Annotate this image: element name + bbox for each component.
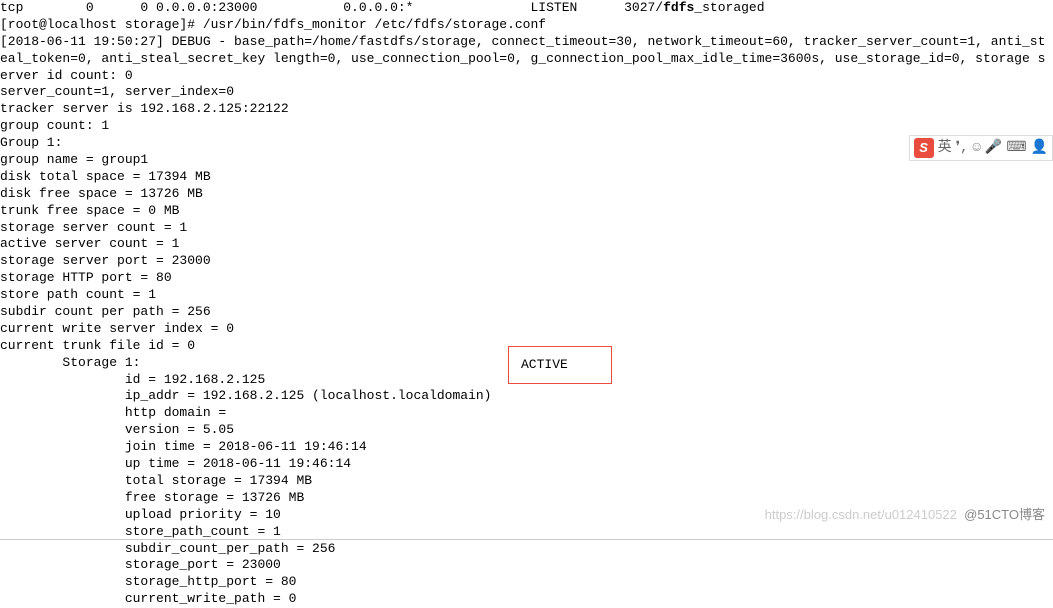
ime-user-icon[interactable]: 👤 xyxy=(1031,139,1048,157)
terminal-line: group name = group1 xyxy=(0,152,1053,169)
terminal-line: server_count=1, server_index=0 xyxy=(0,84,1053,101)
terminal-line: ip_addr = 192.168.2.125 (localhost.local… xyxy=(0,388,1053,405)
ime-logo-icon[interactable]: S xyxy=(914,138,934,158)
ime-punctuation-icon[interactable]: ❜, xyxy=(956,139,969,157)
terminal-line: disk free space = 13726 MB xyxy=(0,186,1053,203)
status-highlight-box: ACTIVE xyxy=(508,346,612,384)
terminal-line: storage server count = 1 xyxy=(0,220,1053,237)
terminal-line: [root@localhost storage]# /usr/bin/fdfs_… xyxy=(0,17,1053,34)
terminal-line: storage server port = 23000 xyxy=(0,253,1053,270)
terminal-line: tcp 0 0 0.0.0.0:23000 0.0.0.0:* LISTEN 3… xyxy=(0,0,1053,17)
terminal-line: storage_http_port = 80 xyxy=(0,574,1053,591)
terminal-line: up time = 2018-06-11 19:46:14 xyxy=(0,456,1053,473)
ime-language-toggle[interactable]: 英 xyxy=(938,139,952,157)
terminal-line: group count: 1 xyxy=(0,118,1053,135)
terminal-line: eal_token=0, anti_steal_secret_key lengt… xyxy=(0,51,1053,68)
terminal-line: total storage = 17394 MB xyxy=(0,473,1053,490)
terminal-line: storage_port = 23000 xyxy=(0,557,1053,574)
status-active-label: ACTIVE xyxy=(521,357,568,374)
terminal-line: version = 5.05 xyxy=(0,422,1053,439)
ime-keyboard-icon[interactable]: ⌨ xyxy=(1006,139,1026,157)
terminal-line: http domain = xyxy=(0,405,1053,422)
terminal-line: disk total space = 17394 MB xyxy=(0,169,1053,186)
terminal-line: store path count = 1 xyxy=(0,287,1053,304)
terminal-line: tracker server is 192.168.2.125:22122 xyxy=(0,101,1053,118)
terminal-line: current_write_path = 0 xyxy=(0,591,1053,608)
ime-emoji-icon[interactable]: ☺ xyxy=(973,139,981,157)
terminal-line: storage HTTP port = 80 xyxy=(0,270,1053,287)
terminal-line: trunk free space = 0 MB xyxy=(0,203,1053,220)
terminal-line: store_path_count = 1 xyxy=(0,524,1053,541)
terminal-line: join time = 2018-06-11 19:46:14 xyxy=(0,439,1053,456)
terminal-line: current write server index = 0 xyxy=(0,321,1053,338)
terminal-line: erver id count: 0 xyxy=(0,68,1053,85)
ime-mic-icon[interactable]: 🎤 xyxy=(985,139,1002,157)
divider-line xyxy=(0,539,1053,540)
terminal-line: active server count = 1 xyxy=(0,236,1053,253)
terminal-line: subdir count per path = 256 xyxy=(0,304,1053,321)
terminal-line: subdir_count_per_path = 256 xyxy=(0,541,1053,558)
terminal-line: Group 1: xyxy=(0,135,1053,152)
terminal-line: free storage = 13726 MB xyxy=(0,490,1053,507)
ime-toolbar[interactable]: S 英 ❜, ☺ 🎤 ⌨ 👤 xyxy=(909,135,1053,161)
terminal-line: [2018-06-11 19:50:27] DEBUG - base_path=… xyxy=(0,34,1053,51)
watermark-url: https://blog.csdn.net/u012410522 @51CTO博… xyxy=(765,507,1045,524)
